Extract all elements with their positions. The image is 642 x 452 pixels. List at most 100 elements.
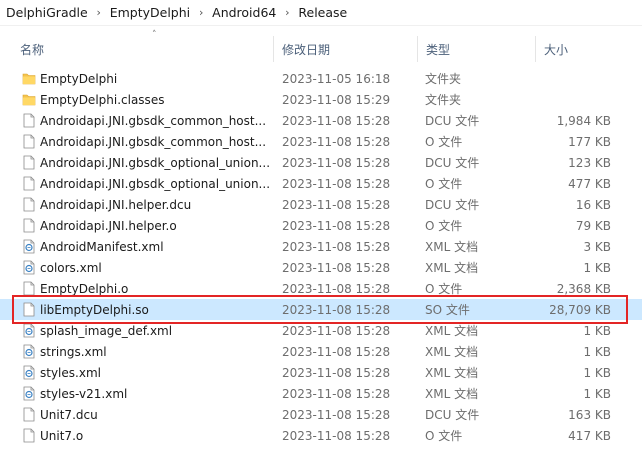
breadcrumb-item-delphigradle[interactable]: DelphiGradle bbox=[4, 5, 90, 20]
file-name: EmptyDelphi.classes bbox=[40, 92, 165, 107]
breadcrumb-item-android64[interactable]: Android64 bbox=[210, 5, 278, 20]
file-size: 123 KB bbox=[568, 155, 611, 170]
xml-file-icon bbox=[22, 323, 36, 338]
chevron-right-icon[interactable]: › bbox=[192, 6, 210, 19]
file-size: 1,984 KB bbox=[556, 113, 611, 128]
file-name: EmptyDelphi bbox=[40, 71, 118, 86]
chevron-right-icon[interactable]: › bbox=[278, 6, 296, 19]
file-size: 3 KB bbox=[583, 239, 611, 254]
file-date: 2023-11-08 15:28 bbox=[282, 344, 391, 359]
file-icon bbox=[22, 134, 36, 149]
column-header-row: ˄ 名称 修改日期 类型 大小 bbox=[0, 30, 642, 62]
folder-icon bbox=[22, 71, 36, 86]
file-icon bbox=[22, 428, 36, 443]
breadcrumb-item-emptydelphi[interactable]: EmptyDelphi bbox=[108, 5, 192, 20]
file-size: 417 KB bbox=[568, 428, 611, 443]
xml-file-icon bbox=[22, 386, 36, 401]
file-row[interactable]: Androidapi.JNI.helper.o 2023-11-08 15:28 O… bbox=[0, 215, 642, 236]
column-header-type-label: 类型 bbox=[426, 42, 451, 57]
file-row[interactable]: AndroidManifest.xml 2023-11-08 15:28 XML 文… bbox=[0, 236, 642, 257]
folder-icon bbox=[22, 92, 36, 107]
file-row[interactable]: EmptyDelphi.o 2023-11-08 15:28 O 文件 2,368 K… bbox=[0, 278, 642, 299]
file-row[interactable]: Androidapi.JNI.gbsdk_common_host... 2023-… bbox=[0, 131, 642, 152]
file-type: O 文件 bbox=[425, 177, 463, 191]
file-date: 2023-11-08 15:28 bbox=[282, 260, 391, 275]
file-icon bbox=[22, 176, 36, 191]
file-row[interactable]: libEmptyDelphi.so 2023-11-08 15:28 SO 文件 28… bbox=[0, 299, 642, 320]
column-header-name[interactable]: ˄ 名称 bbox=[12, 30, 274, 62]
file-size: 2,368 KB bbox=[556, 281, 611, 296]
xml-file-icon bbox=[22, 365, 36, 380]
file-date: 2023-11-08 15:28 bbox=[282, 386, 391, 401]
file-size: 1 KB bbox=[583, 260, 611, 275]
file-row[interactable]: EmptyDelphi 2023-11-05 16:18 文件夹 bbox=[0, 68, 642, 89]
file-date: 2023-11-08 15:28 bbox=[282, 239, 391, 254]
file-size: 1 KB bbox=[583, 344, 611, 359]
file-name: styles.xml bbox=[40, 365, 101, 380]
file-date: 2023-11-05 16:18 bbox=[282, 71, 391, 86]
file-name: Androidapi.JNI.gbsdk_optional_union... bbox=[40, 176, 270, 191]
file-size: 177 KB bbox=[568, 134, 611, 149]
file-date: 2023-11-08 15:28 bbox=[282, 407, 391, 422]
file-date: 2023-11-08 15:28 bbox=[282, 218, 391, 233]
file-row[interactable]: Unit7.o 2023-11-08 15:28 O 文件 417 KB bbox=[0, 425, 642, 446]
file-name: colors.xml bbox=[40, 260, 102, 275]
file-type: O 文件 bbox=[425, 135, 463, 149]
file-icon bbox=[22, 218, 36, 233]
file-type: DCU 文件 bbox=[425, 198, 480, 212]
file-size: 28,709 KB bbox=[549, 302, 611, 317]
file-date: 2023-11-08 15:28 bbox=[282, 323, 391, 338]
chevron-right-icon[interactable]: › bbox=[90, 6, 108, 19]
file-type: XML 文档 bbox=[425, 240, 479, 254]
column-header-date[interactable]: 修改日期 bbox=[274, 36, 418, 62]
xml-file-icon bbox=[22, 344, 36, 359]
column-header-name-label: 名称 bbox=[20, 42, 45, 57]
file-name: Androidapi.JNI.helper.o bbox=[40, 218, 177, 233]
file-icon bbox=[22, 407, 36, 422]
file-size: 163 KB bbox=[568, 407, 611, 422]
file-size: 1 KB bbox=[583, 323, 611, 338]
file-name: styles-v21.xml bbox=[40, 386, 128, 401]
file-icon bbox=[22, 155, 36, 170]
file-list: EmptyDelphi 2023-11-05 16:18 文件夹 EmptyDelph… bbox=[0, 68, 642, 446]
xml-file-icon bbox=[22, 239, 36, 254]
file-row[interactable]: colors.xml 2023-11-08 15:28 XML 文档 1 KB bbox=[0, 257, 642, 278]
file-date: 2023-11-08 15:28 bbox=[282, 134, 391, 149]
file-name: strings.xml bbox=[40, 344, 107, 359]
column-header-size[interactable]: 大小 bbox=[536, 36, 642, 62]
file-row[interactable]: splash_image_def.xml 2023-11-08 15:28 XML … bbox=[0, 320, 642, 341]
file-name: Unit7.dcu bbox=[40, 407, 98, 422]
file-size bbox=[530, 68, 611, 89]
file-row[interactable]: Androidapi.JNI.gbsdk_common_host... 2023-… bbox=[0, 110, 642, 131]
file-icon bbox=[22, 281, 36, 296]
file-row[interactable]: styles.xml 2023-11-08 15:28 XML 文档 1 KB bbox=[0, 362, 642, 383]
file-row[interactable]: Androidapi.JNI.helper.dcu 2023-11-08 15:2… bbox=[0, 194, 642, 215]
file-name: Androidapi.JNI.gbsdk_common_host... bbox=[40, 134, 267, 149]
file-name: EmptyDelphi.o bbox=[40, 281, 129, 296]
file-date: 2023-11-08 15:28 bbox=[282, 176, 391, 191]
file-date: 2023-11-08 15:29 bbox=[282, 92, 391, 107]
file-type: DCU 文件 bbox=[425, 114, 480, 128]
file-icon bbox=[22, 113, 36, 128]
column-header-type[interactable]: 类型 bbox=[418, 36, 536, 62]
file-type: SO 文件 bbox=[425, 303, 470, 317]
file-row[interactable]: Androidapi.JNI.gbsdk_optional_union... 20… bbox=[0, 152, 642, 173]
file-type: XML 文档 bbox=[425, 366, 479, 380]
file-row[interactable]: styles-v21.xml 2023-11-08 15:28 XML 文档 1 KB bbox=[0, 383, 642, 404]
file-type: 文件夹 bbox=[425, 93, 462, 107]
file-type: O 文件 bbox=[425, 282, 463, 296]
file-date: 2023-11-08 15:28 bbox=[282, 302, 391, 317]
file-row[interactable]: strings.xml 2023-11-08 15:28 XML 文档 1 KB bbox=[0, 341, 642, 362]
file-date: 2023-11-08 15:28 bbox=[282, 155, 391, 170]
file-type: DCU 文件 bbox=[425, 156, 480, 170]
file-row[interactable]: EmptyDelphi.classes 2023-11-08 15:29 文件夹 bbox=[0, 89, 642, 110]
file-icon bbox=[22, 302, 36, 317]
file-row[interactable]: Androidapi.JNI.gbsdk_optional_union... 20… bbox=[0, 173, 642, 194]
file-type: DCU 文件 bbox=[425, 408, 480, 422]
file-row[interactable]: Unit7.dcu 2023-11-08 15:28 DCU 文件 163 KB bbox=[0, 404, 642, 425]
file-type: XML 文档 bbox=[425, 324, 479, 338]
sort-ascending-icon: ˄ bbox=[152, 30, 157, 40]
breadcrumb-item-release[interactable]: Release bbox=[296, 5, 349, 20]
breadcrumb: DelphiGradle › EmptyDelphi › Android64 ›… bbox=[0, 0, 642, 26]
file-name: Unit7.o bbox=[40, 428, 84, 443]
